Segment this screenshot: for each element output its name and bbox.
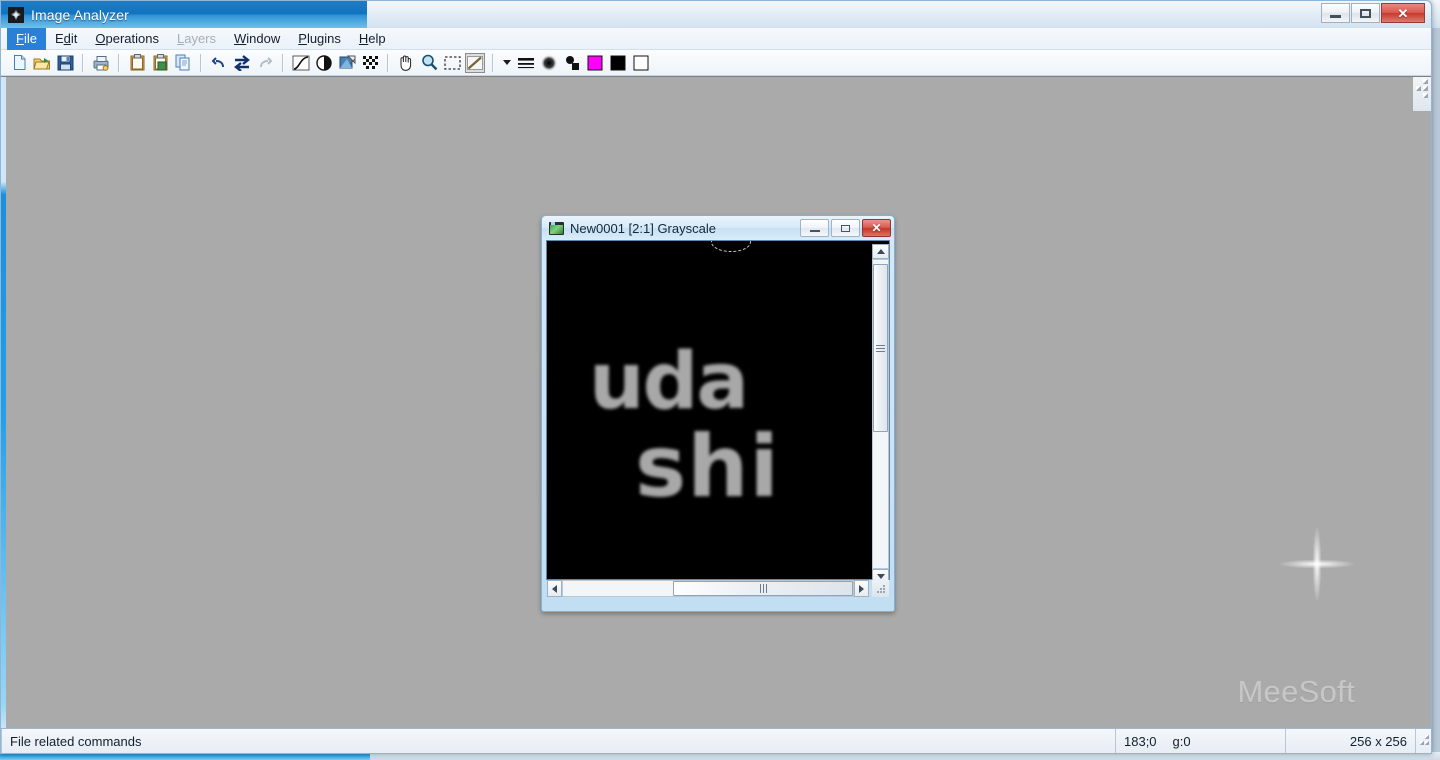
meesoft-watermark: MeeSoft [1237,674,1355,709]
image-maximize-button[interactable] [831,219,860,237]
toolbar-separator [387,53,389,72]
image-window-titlebar: New0001 [2:1] Grayscale ✕ [542,216,894,240]
caret [503,60,511,65]
maximize-button[interactable] [1351,3,1380,23]
status-message: File related commands [1,729,1115,753]
save-floppy-icon[interactable] [55,53,75,73]
shape-fill-icon[interactable] [562,53,582,73]
horizontal-scroll-track[interactable] [562,580,854,597]
scroll-right-button[interactable] [854,580,869,597]
canvas-text-line-1: uda [589,337,749,427]
window-title: Image Analyzer [31,6,129,23]
toolbar [1,50,1431,76]
image-document-icon [549,221,564,235]
maximize-icon [841,224,850,232]
clipboard-image-icon[interactable] [150,53,170,73]
rectangle-select-icon[interactable] [442,53,462,73]
curves-graph-icon[interactable] [291,53,311,73]
canvas-text-line-2: shi [635,417,780,517]
print-icon[interactable] [91,53,111,73]
scroll-up-button[interactable] [872,244,889,259]
status-coordinates-pane: 183;0 g:0 [1115,729,1285,753]
soft-brush-icon[interactable] [539,53,559,73]
menu-item-help[interactable]: Help [350,28,395,50]
image-horizontal-scrollbar[interactable] [547,580,869,597]
image-canvas[interactable]: uda shi [547,241,869,579]
window-controls: ✕ [1321,3,1425,23]
toolbar-separator [82,53,84,72]
new-document-icon[interactable] [9,53,29,73]
thumb-grip [876,344,885,352]
workspace-scroll-grip[interactable] [1413,77,1431,111]
chevron-left-icon [552,584,557,593]
statusbar: File related commands 183;0 g:0 256 x 25… [1,728,1431,753]
menu-item-operations[interactable]: Operations [86,28,168,50]
image-window-controls: ✕ [800,219,891,237]
desktop-background: Image Analyzer ✕ File Edit Operations La… [0,0,1440,760]
menu-item-edit[interactable]: Edit [46,28,86,50]
color-swatch-black-icon[interactable] [608,53,628,73]
image-vertical-scrollbar[interactable] [872,244,889,584]
toolbar-separator [492,53,494,72]
dither-grid-icon[interactable] [360,53,380,73]
hand-pan-icon[interactable] [396,53,416,73]
image-client-area: uda shi [546,240,890,580]
color-swatch-white-icon[interactable] [631,53,651,73]
horizontal-scroll-thumb[interactable] [673,581,853,596]
close-button[interactable]: ✕ [1381,3,1425,23]
image-window-title: New0001 [2:1] Grayscale [570,220,716,236]
maximize-icon [1360,8,1371,18]
chevron-up-icon [876,249,885,254]
minimize-icon [809,229,820,232]
status-image-size: 256 x 256 [1285,729,1415,753]
minimize-icon [1330,14,1341,18]
menu-item-layers: Layers [176,30,217,46]
clipboard-paste-icon[interactable] [127,53,147,73]
window-titlebar: Image Analyzer ✕ [1,1,1431,28]
toolbar-separator [282,53,284,72]
close-icon: ✕ [1397,5,1409,21]
redo-arrow-icon[interactable] [255,53,275,73]
image-minimize-button[interactable] [800,219,829,237]
menu-label-file-rest: ile [23,30,37,46]
image-document-window[interactable]: New0001 [2:1] Grayscale ✕ uda shi [541,215,895,612]
image-close-button[interactable]: ✕ [862,219,891,237]
status-gray-value: g:0 [1172,733,1191,749]
chevron-down-icon [876,574,885,579]
contrast-circle-icon[interactable] [314,53,334,73]
swap-arrows-icon[interactable] [232,53,252,73]
color-swatch-magenta-icon[interactable] [585,53,605,73]
line-draw-icon[interactable] [465,52,485,73]
menubar: File Edit Operations Layers Window Plugi… [1,27,1431,50]
image-window-resize-grip[interactable] [872,580,889,597]
magnifier-zoom-icon[interactable] [419,53,439,73]
statusbar-resize-grip[interactable] [1415,729,1431,753]
freehand-selection-outline [711,241,751,252]
copy-icon[interactable] [173,53,193,73]
undo-arrow-icon[interactable] [209,53,229,73]
thumb-grip [759,584,767,593]
line-width-icon[interactable] [516,53,536,73]
vertical-scroll-thumb[interactable] [873,264,888,432]
workspace-right-edge [1431,77,1432,730]
workspace-left-accent [1,77,9,730]
toolbar-separator [118,53,120,72]
chevron-down-icon[interactable] [501,53,513,73]
status-coordinates: 183;0 [1124,733,1157,749]
mdi-workspace: MeeSoft New0001 [2:1] Grayscale ✕ uda sh… [1,76,1432,730]
menu-item-plugins[interactable]: Plugins [289,28,350,50]
open-folder-icon[interactable] [32,53,52,73]
menu-item-file[interactable]: File [7,27,46,50]
sparkle-decoration [1279,526,1355,602]
toolbar-separator [200,53,202,72]
diamond-sparkle-icon [8,6,24,23]
menu-item-window[interactable]: Window [225,28,289,50]
close-icon: ✕ [871,221,882,235]
scroll-left-button[interactable] [547,580,562,597]
application-window: Image Analyzer ✕ File Edit Operations La… [0,0,1432,754]
color-adjust-icon[interactable] [337,53,357,73]
vertical-scroll-track[interactable] [872,259,889,569]
chevron-right-icon [859,584,864,593]
minimize-button[interactable] [1321,3,1350,23]
